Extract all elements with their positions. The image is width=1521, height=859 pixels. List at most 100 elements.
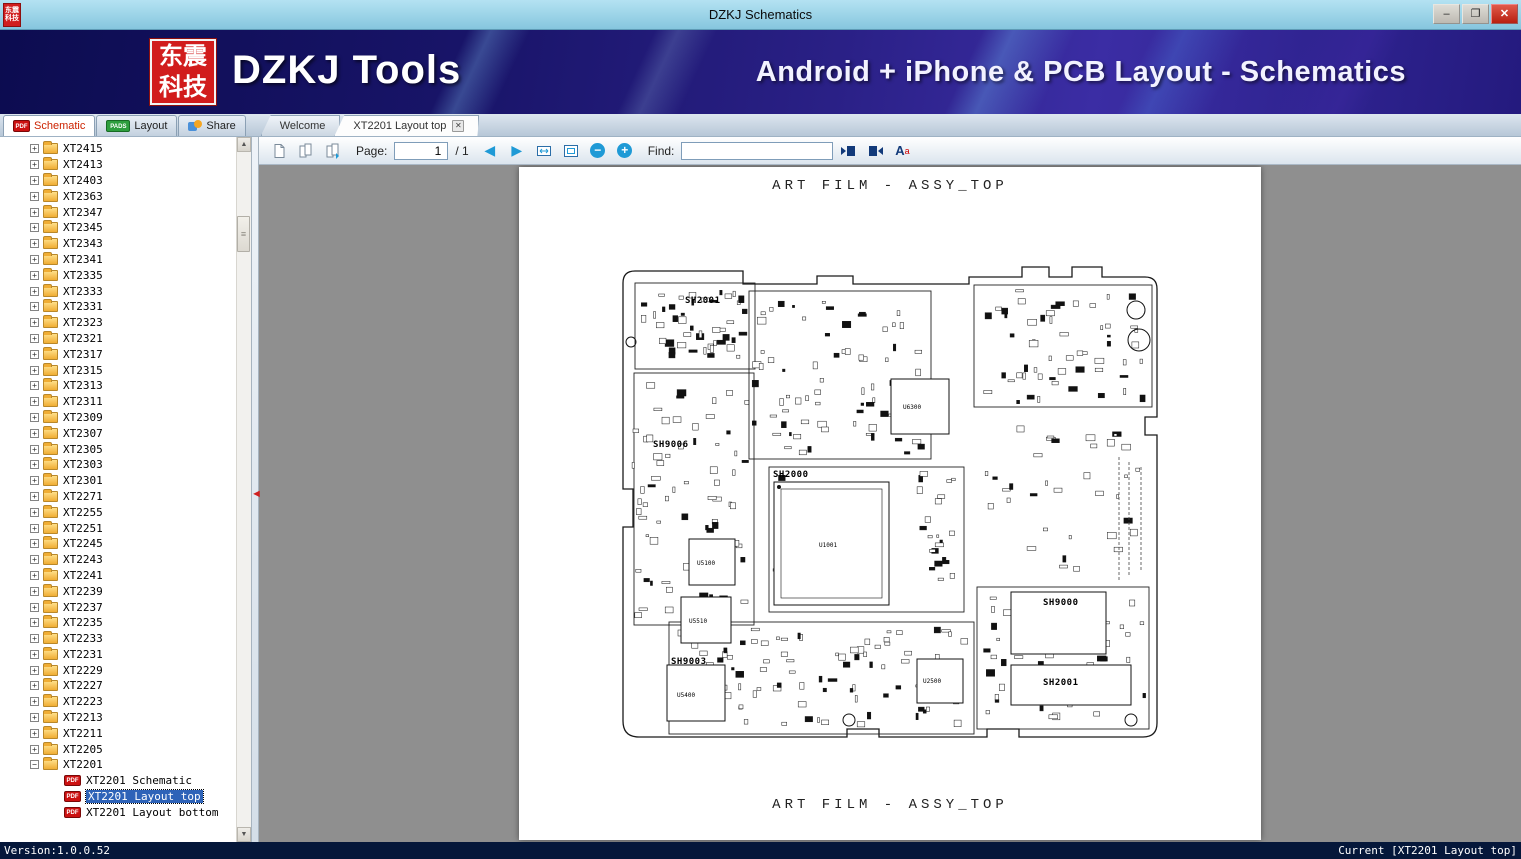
tree-folder-xt2237[interactable]: +XT2237 [0,599,236,615]
expand-icon[interactable]: + [30,176,39,185]
expand-icon[interactable]: + [30,271,39,280]
tree-folder-xt2415[interactable]: +XT2415 [0,141,236,157]
expand-icon[interactable]: + [30,729,39,738]
tree-folder-xt2201[interactable]: −XT2201 [0,757,236,773]
tree-folder-xt2233[interactable]: +XT2233 [0,631,236,647]
expand-icon[interactable]: + [30,618,39,627]
find-previous-icon[interactable] [836,139,860,162]
expand-icon[interactable]: + [30,397,39,406]
tree-doc-xt2201-layout-top[interactable]: PDFXT2201 Layout top [0,789,236,805]
panel-splitter[interactable]: ◄ [252,137,259,842]
tree-folder-xt2343[interactable]: +XT2343 [0,236,236,252]
tree-folder-xt2341[interactable]: +XT2341 [0,252,236,268]
tree-folder-xt2211[interactable]: +XT2211 [0,725,236,741]
expand-icon[interactable]: + [30,381,39,390]
collapse-icon[interactable]: − [30,760,39,769]
sidebar-scrollbar[interactable]: ▲ ≡ ▼ [236,137,251,842]
minimize-button[interactable]: – [1433,4,1460,24]
tree-folder-xt2255[interactable]: +XT2255 [0,504,236,520]
single-page-icon[interactable] [267,139,291,162]
expand-icon[interactable]: + [30,192,39,201]
tree-folder-xt2305[interactable]: +XT2305 [0,441,236,457]
expand-icon[interactable]: + [30,287,39,296]
expand-icon[interactable]: + [30,160,39,169]
tree-folder-xt2413[interactable]: +XT2413 [0,157,236,173]
expand-icon[interactable]: + [30,713,39,722]
tree-doc-xt2201-layout-bottom[interactable]: PDFXT2201 Layout bottom [0,804,236,820]
expand-icon[interactable]: + [30,508,39,517]
expand-icon[interactable]: + [30,350,39,359]
expand-icon[interactable]: + [30,745,39,754]
expand-icon[interactable]: + [30,302,39,311]
document-viewer[interactable]: ART FILM - ASSY_TOP ART FILM - ASSY_TOP [259,165,1521,842]
find-input[interactable] [681,142,833,160]
tree-folder-xt2315[interactable]: +XT2315 [0,362,236,378]
tree-folder-xt2309[interactable]: +XT2309 [0,410,236,426]
tree-folder-xt2303[interactable]: +XT2303 [0,457,236,473]
expand-icon[interactable]: + [30,429,39,438]
zoom-in-icon[interactable]: + [613,139,637,162]
tree-folder-xt2331[interactable]: +XT2331 [0,299,236,315]
tree-folder-xt2239[interactable]: +XT2239 [0,583,236,599]
tab-share[interactable]: Share [178,115,245,136]
tree-folder-xt2213[interactable]: +XT2213 [0,710,236,726]
tree-folder-xt2243[interactable]: +XT2243 [0,552,236,568]
expand-icon[interactable]: + [30,334,39,343]
tree-folder-xt2223[interactable]: +XT2223 [0,694,236,710]
expand-icon[interactable]: + [30,634,39,643]
tab-schematic[interactable]: PDF Schematic [3,115,95,136]
tree-folder-xt2311[interactable]: +XT2311 [0,394,236,410]
tree-folder-xt2271[interactable]: +XT2271 [0,489,236,505]
expand-icon[interactable]: + [30,524,39,533]
expand-icon[interactable]: + [30,492,39,501]
fit-width-icon[interactable] [532,139,556,162]
tab-layout[interactable]: PADS Layout [96,115,177,136]
zoom-out-icon[interactable]: − [586,139,610,162]
tree-folder-xt2241[interactable]: +XT2241 [0,568,236,584]
tree-folder-xt2235[interactable]: +XT2235 [0,615,236,631]
expand-icon[interactable]: + [30,650,39,659]
tree-folder-xt2227[interactable]: +XT2227 [0,678,236,694]
expand-icon[interactable]: + [30,318,39,327]
next-page-icon[interactable]: ▶ [505,139,529,162]
tree-folder-xt2313[interactable]: +XT2313 [0,378,236,394]
scrollbar-thumb[interactable]: ≡ [237,216,250,252]
close-button[interactable]: ✕ [1491,4,1518,24]
expand-icon[interactable]: + [30,208,39,217]
match-case-icon[interactable]: Aa [890,139,914,162]
expand-icon[interactable]: + [30,681,39,690]
expand-icon[interactable]: + [30,697,39,706]
maximize-button[interactable]: ❐ [1462,4,1489,24]
scroll-down-icon[interactable]: ▼ [237,827,251,842]
expand-icon[interactable]: + [30,445,39,454]
expand-icon[interactable]: + [30,413,39,422]
tree-folder-xt2229[interactable]: +XT2229 [0,662,236,678]
tree-folder-xt2251[interactable]: +XT2251 [0,520,236,536]
expand-icon[interactable]: + [30,366,39,375]
fit-page-icon[interactable] [559,139,583,162]
tree-folder-xt2345[interactable]: +XT2345 [0,220,236,236]
tree-folder-xt2333[interactable]: +XT2333 [0,283,236,299]
expand-icon[interactable]: + [30,144,39,153]
tree-folder-xt2307[interactable]: +XT2307 [0,425,236,441]
tree-folder-xt2317[interactable]: +XT2317 [0,346,236,362]
tree-folder-xt2335[interactable]: +XT2335 [0,267,236,283]
scroll-up-icon[interactable]: ▲ [237,137,251,152]
tree-folder-xt2245[interactable]: +XT2245 [0,536,236,552]
expand-icon[interactable]: + [30,539,39,548]
tree-folder-xt2231[interactable]: +XT2231 [0,647,236,663]
tree-folder-xt2403[interactable]: +XT2403 [0,173,236,189]
expand-icon[interactable]: + [30,223,39,232]
tab-close-icon[interactable]: ✕ [452,120,464,132]
expand-icon[interactable]: + [30,555,39,564]
scrollbar-track[interactable]: ≡ [237,152,251,827]
tree-folder-xt2321[interactable]: +XT2321 [0,331,236,347]
expand-icon[interactable]: + [30,666,39,675]
tree-folder-xt2301[interactable]: +XT2301 [0,473,236,489]
previous-page-icon[interactable]: ◀ [478,139,502,162]
tree-folder-xt2205[interactable]: +XT2205 [0,741,236,757]
tree-doc-xt2201-schematic[interactable]: PDFXT2201 Schematic [0,773,236,789]
tree-folder-xt2363[interactable]: +XT2363 [0,188,236,204]
tree-folder-xt2347[interactable]: +XT2347 [0,204,236,220]
page-number-input[interactable] [394,142,448,160]
